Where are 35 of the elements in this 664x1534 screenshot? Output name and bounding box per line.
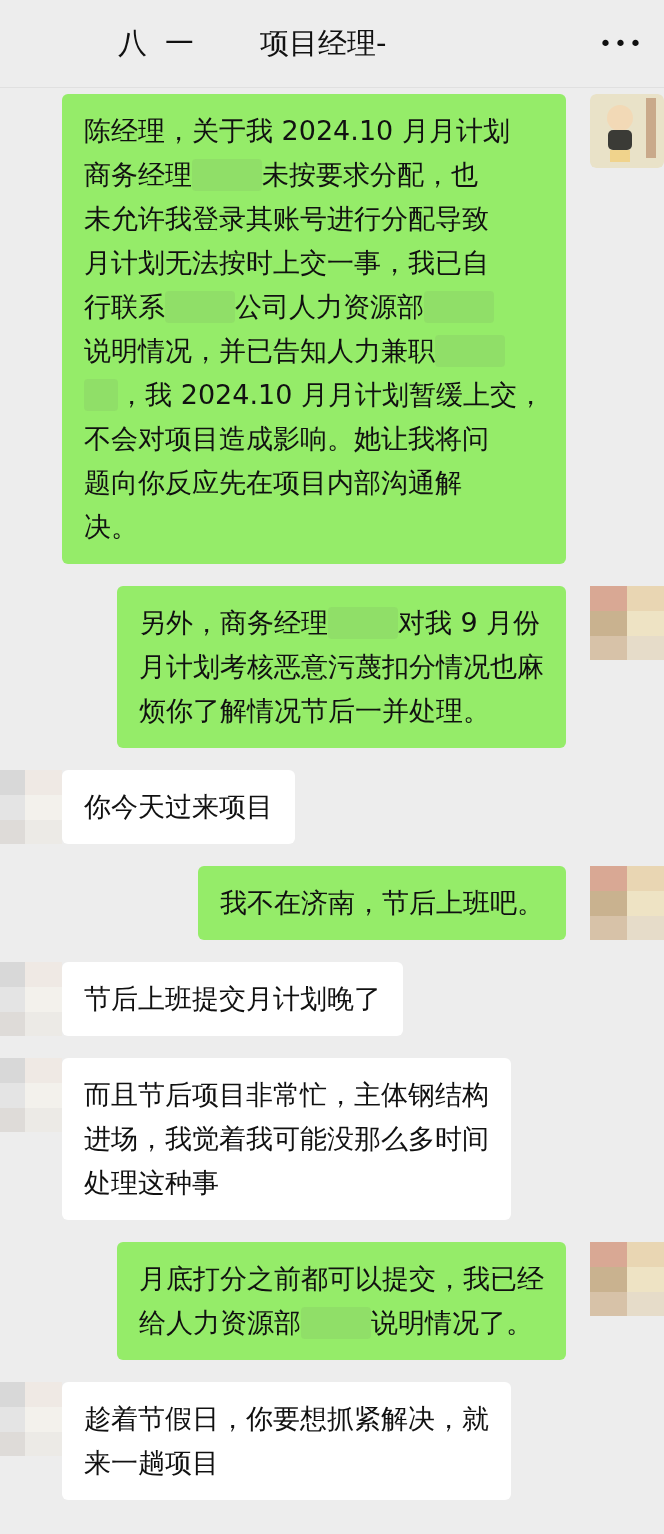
message-text: 你今天过来项目 — [84, 789, 273, 824]
message-text: 行联系 — [84, 289, 165, 324]
message-text: 烦你了解情况节后一并处理。 — [139, 693, 490, 728]
message-text: 陈经理，关于我 2024.10 月月计划 — [84, 113, 510, 148]
chat-title: 八 — [118, 24, 147, 62]
message-text: ，我 2024.10 月月计划暂缓上交， — [118, 377, 544, 412]
message-text: 不会对项目造成影响。她让我将问 — [84, 421, 489, 456]
message-text: 而且节后项目非常忙，主体钢结构 — [84, 1077, 489, 1112]
message-text: 来一趟项目 — [84, 1445, 219, 1480]
message-text: 未允许我登录其账号进行分配导致 — [84, 201, 489, 236]
chat-title: 一 — [165, 24, 194, 62]
more-button[interactable]: ••• — [599, 27, 644, 60]
message-text: 题向你反应先在项目内部沟通解 — [84, 465, 462, 500]
message-text: 说明情况了。 — [371, 1305, 533, 1340]
chat-title: 项目经理- — [260, 24, 387, 62]
message-text: 未按要求分配，也 — [262, 157, 478, 192]
message-text: 我不在济南，节后上班吧。 — [220, 885, 544, 920]
message-text: 决。 — [84, 509, 138, 544]
message-text: 说明情况，并已告知人力兼职 — [84, 333, 435, 368]
avatar-icon — [590, 586, 664, 660]
message-text: 月计划无法按时上交一事，我已自 — [84, 245, 489, 280]
message-text: 趁着节假日，你要想抓紧解决，就 — [84, 1401, 489, 1436]
message-text: 节后上班提交月计划晚了 — [84, 981, 381, 1016]
avatar-icon — [590, 866, 664, 940]
message-text: 进场，我觉着我可能没那么多时间 — [84, 1121, 489, 1156]
message-text: 商务经理 — [84, 157, 192, 192]
avatar-icon — [590, 1242, 664, 1316]
message-text: 月底打分之前都可以提交，我已经 — [139, 1261, 544, 1296]
message-text: 对我 9 月份 — [398, 605, 541, 640]
message-text: 公司人力资源部 — [235, 289, 424, 324]
avatar-icon — [590, 94, 664, 168]
message-text: 月计划考核恶意污蔑扣分情况也麻 — [139, 649, 544, 684]
message-text: 另外，商务经理 — [139, 605, 328, 640]
message-text: 给人力资源部 — [139, 1305, 301, 1340]
message-text: 处理这种事 — [84, 1165, 219, 1200]
